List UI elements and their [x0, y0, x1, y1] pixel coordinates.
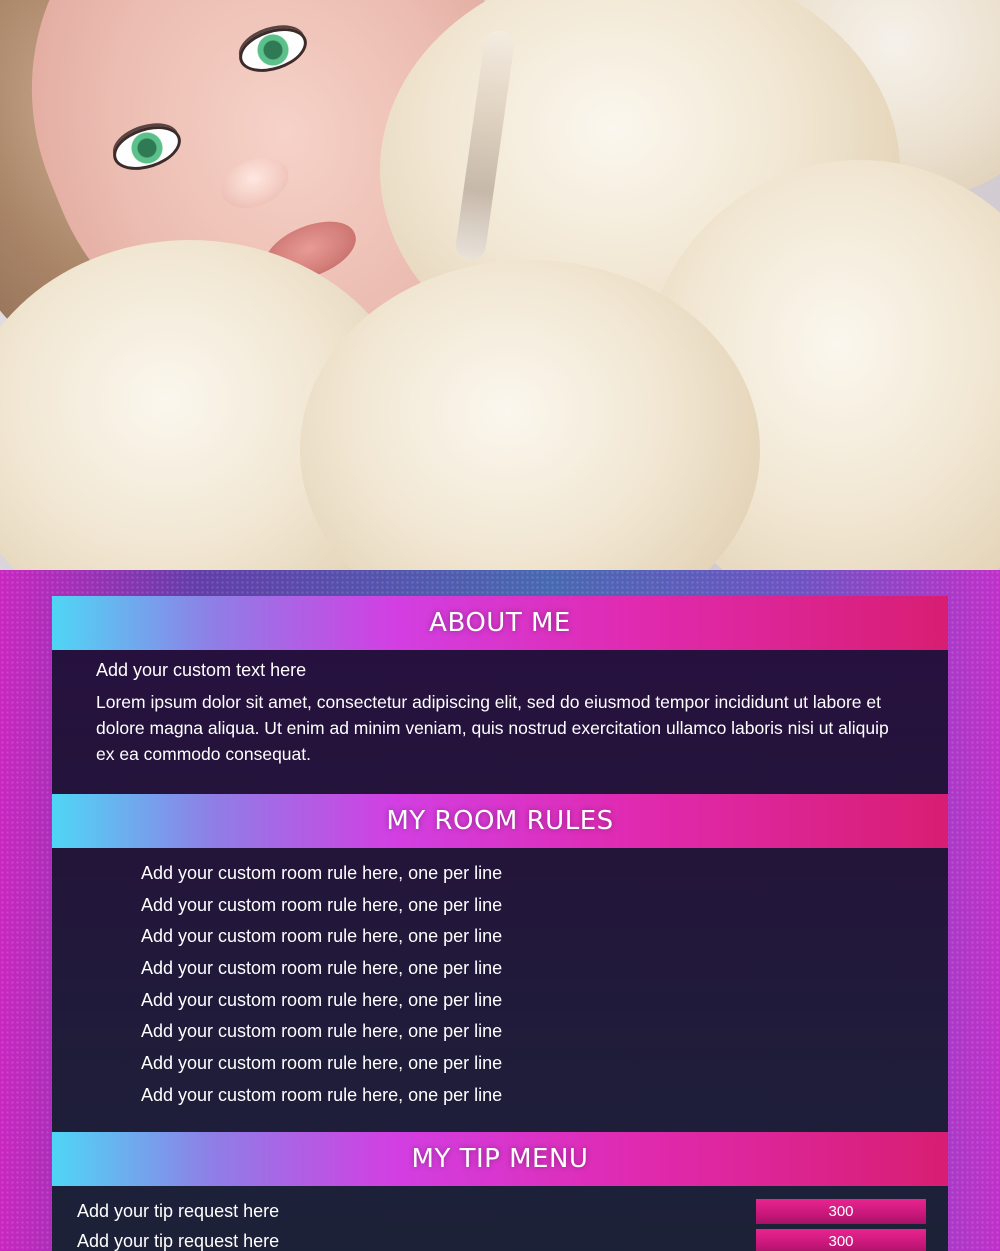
- tip-label: Add your tip request here: [77, 1231, 280, 1251]
- about-text: Lorem ipsum dolor sit amet, consectetur …: [96, 692, 889, 764]
- rules-list: Add your custom room rule here, one per …: [52, 848, 948, 1132]
- tips-title: MY TIP MENU: [411, 1144, 589, 1174]
- tips-header: MY TIP MENU: [52, 1132, 948, 1186]
- rule-item: Add your custom room rule here, one per …: [141, 863, 503, 883]
- tip-row: Add your tip request here 300: [52, 1226, 948, 1251]
- about-header: ABOUT ME: [52, 596, 948, 650]
- tip-price-badge: 300: [756, 1199, 926, 1224]
- about-title: ABOUT ME: [429, 608, 571, 638]
- rule-item: Add your custom room rule here, one per …: [141, 958, 503, 979]
- rule-item: Add your custom room rule here, one per …: [141, 1053, 503, 1074]
- tip-row: Add your tip request here 300: [52, 1196, 948, 1226]
- rule-item: Add your custom room rule here, one per …: [141, 894, 503, 915]
- about-subtitle: Add your custom text here: [96, 660, 307, 680]
- tip-price-badge: 300: [756, 1229, 926, 1251]
- profile-panel: ABOUT ME Add your custom text here Lorem…: [0, 570, 1000, 1251]
- rule-item: Add your custom room rule here, one per …: [141, 989, 503, 1010]
- rule-item: Add your custom room rule here, one per …: [141, 1084, 503, 1105]
- tip-menu: Add your tip request here 300 Add your t…: [52, 1186, 948, 1251]
- rule-item: Add your custom room rule here, one per …: [141, 1021, 503, 1042]
- rules-header: MY ROOM RULES: [52, 794, 948, 848]
- profile-content: ABOUT ME Add your custom text here Lorem…: [52, 596, 948, 1251]
- rules-title: MY ROOM RULES: [386, 806, 614, 836]
- rule-item: Add your custom room rule here, one per …: [141, 926, 503, 947]
- about-body: Add your custom text here Lorem ipsum do…: [52, 650, 948, 794]
- tip-label: Add your tip request here: [77, 1201, 280, 1221]
- hero-photo: [0, 0, 1000, 570]
